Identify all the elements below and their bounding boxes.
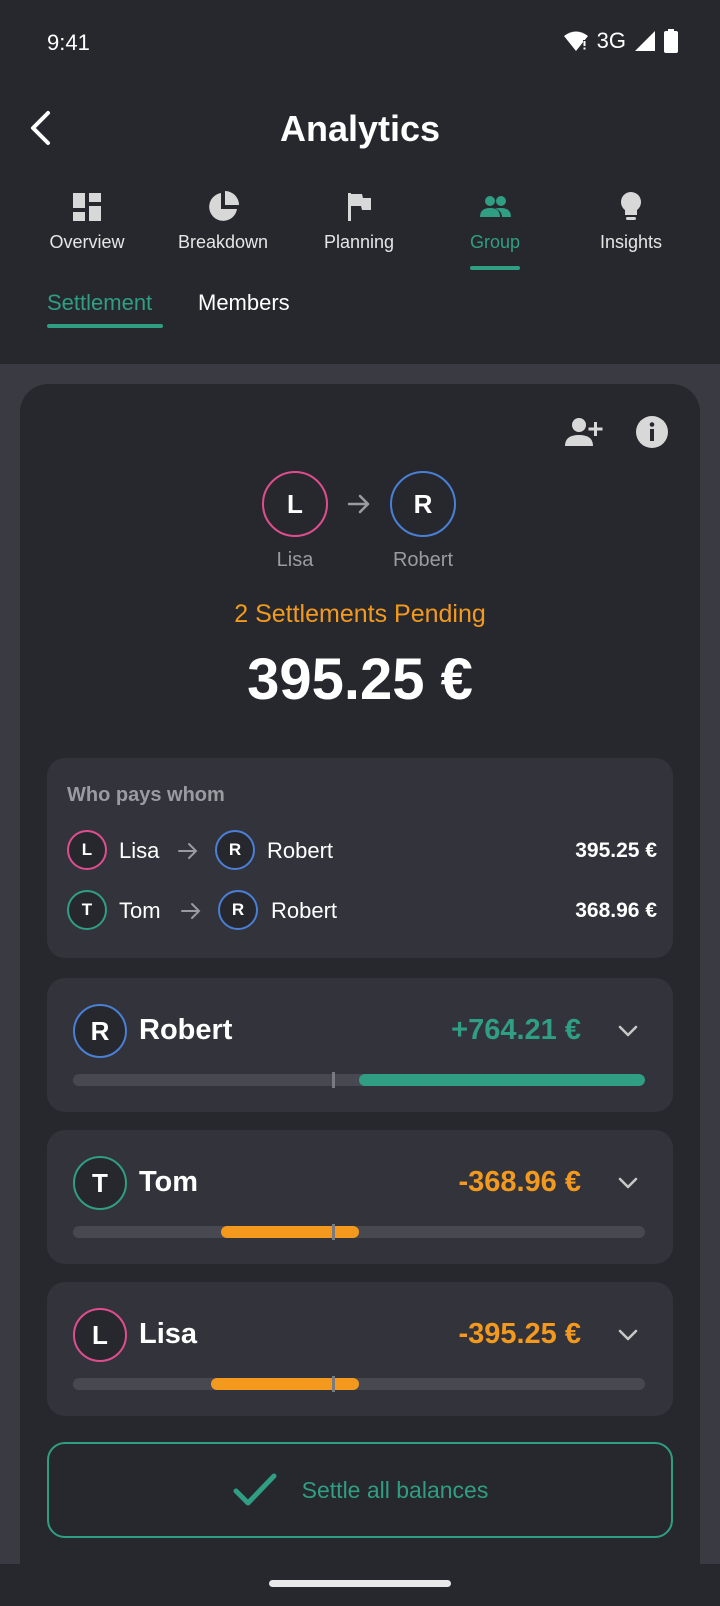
balance-bar	[73, 1378, 645, 1390]
arrow-right-icon	[178, 843, 198, 859]
person-add-icon	[565, 418, 603, 446]
wifi-icon	[563, 31, 588, 51]
tab-label: Insights	[599, 232, 663, 252]
tab-planning[interactable]: Planning	[291, 184, 427, 274]
member-name: Robert	[139, 1014, 233, 1046]
member-avatar: R	[73, 1004, 127, 1058]
payment-row: L Lisa R Robert 395.25 €	[67, 830, 657, 870]
signal-icon	[635, 31, 655, 51]
payer-name: Lisa	[119, 838, 160, 863]
app-header: Analytics	[0, 96, 720, 160]
chevron-down-icon[interactable]	[615, 1170, 641, 1196]
balance-bar-fill	[211, 1378, 359, 1390]
tab-label: Group	[469, 232, 521, 252]
balance-bar-fill	[359, 1074, 645, 1086]
status-bar: 9:41 3G	[0, 0, 720, 86]
tab-overview[interactable]: Overview	[19, 184, 155, 274]
member-name: Lisa	[139, 1318, 198, 1350]
top-app-bar: 9:41 3G Analytics Overview Breakdown Pla…	[0, 0, 720, 364]
payee-name: Robert	[267, 838, 334, 863]
member-balance: +764.21 €	[451, 1014, 581, 1046]
payee-name: Robert	[271, 898, 338, 923]
balance-bar-zero-marker	[332, 1376, 335, 1392]
tab-label: Overview	[49, 232, 125, 252]
balance-bar	[73, 1226, 645, 1238]
active-tab-indicator	[470, 266, 520, 270]
network-type: 3G	[596, 28, 626, 53]
who-pays-whom-panel: Who pays whom L Lisa R Robert 395.25 € T…	[47, 758, 673, 958]
tab-breakdown[interactable]: Breakdown	[155, 184, 291, 274]
payment-amount: 368.96 €	[575, 899, 657, 922]
subtab-members[interactable]: Members	[198, 290, 290, 316]
settlement-card: L R Lisa Robert 2 Settlements Pending 39…	[20, 384, 700, 1564]
payment-amount: 395.25 €	[575, 839, 657, 862]
chevron-down-icon[interactable]	[615, 1322, 641, 1348]
settle-all-button[interactable]: Settle all balances	[47, 1442, 673, 1538]
sub-tabs: Settlement Members	[0, 282, 720, 332]
payer-avatar: T	[67, 890, 107, 930]
status-time: 9:41	[47, 30, 90, 55]
pending-settlements: 2 Settlements Pending	[234, 600, 486, 628]
info-icon	[636, 416, 668, 448]
tab-insights[interactable]: Insights	[563, 184, 699, 274]
chevron-down-icon[interactable]	[615, 1018, 641, 1044]
avatar-from: L	[262, 471, 328, 537]
tab-group[interactable]: Group	[427, 184, 563, 274]
payer-name: Tom	[119, 898, 161, 923]
system-nav-bar	[0, 1564, 720, 1606]
checkmark-icon	[233, 1473, 277, 1506]
arrow-right-icon	[181, 903, 201, 919]
status-icons: 3G	[563, 28, 678, 54]
member-name: Tom	[139, 1166, 199, 1198]
to-name: Robert	[392, 549, 454, 571]
dashboard-icon	[73, 193, 101, 221]
page-title: Analytics	[279, 108, 441, 149]
total-amount: 395.25 €	[247, 647, 473, 712]
balance-bar-zero-marker	[332, 1224, 335, 1240]
balance-bar	[73, 1074, 645, 1086]
battery-icon	[664, 29, 678, 53]
member-avatar: T	[73, 1156, 127, 1210]
add-member-button[interactable]	[562, 410, 606, 454]
member-balance: -368.96 €	[458, 1166, 581, 1198]
member-card-tom[interactable]: T Tom -368.96 €	[47, 1130, 673, 1264]
member-avatar: L	[73, 1308, 127, 1362]
arrow-right-icon	[347, 494, 370, 514]
member-card-robert[interactable]: R Robert +764.21 €	[47, 978, 673, 1112]
lightbulb-icon	[621, 192, 641, 220]
tab-label: Breakdown	[177, 232, 269, 252]
subtab-settlement[interactable]: Settlement	[47, 290, 152, 316]
pie-chart-icon	[209, 191, 239, 221]
member-balance: -395.25 €	[458, 1318, 581, 1350]
info-button[interactable]	[630, 410, 674, 454]
balance-bar-zero-marker	[332, 1072, 335, 1088]
from-name: Lisa	[276, 549, 314, 571]
tab-label: Planning	[323, 232, 395, 252]
flag-icon	[348, 193, 371, 221]
panel-title: Who pays whom	[67, 784, 225, 806]
member-card-lisa[interactable]: L Lisa -395.25 €	[47, 1282, 673, 1416]
main-tabs: Overview Breakdown Planning Group Insigh…	[0, 184, 720, 274]
payer-avatar: L	[67, 830, 107, 870]
group-icon	[480, 196, 511, 217]
payee-avatar: R	[215, 830, 255, 870]
active-subtab-indicator	[47, 324, 163, 328]
settle-all-label: Settle all balances	[301, 1476, 489, 1503]
balance-bar-fill	[221, 1226, 359, 1238]
avatar-to: R	[390, 471, 456, 537]
payment-row: T Tom R Robert 368.96 €	[67, 890, 657, 930]
payee-avatar: R	[218, 890, 258, 930]
home-indicator[interactable]	[269, 1580, 451, 1587]
